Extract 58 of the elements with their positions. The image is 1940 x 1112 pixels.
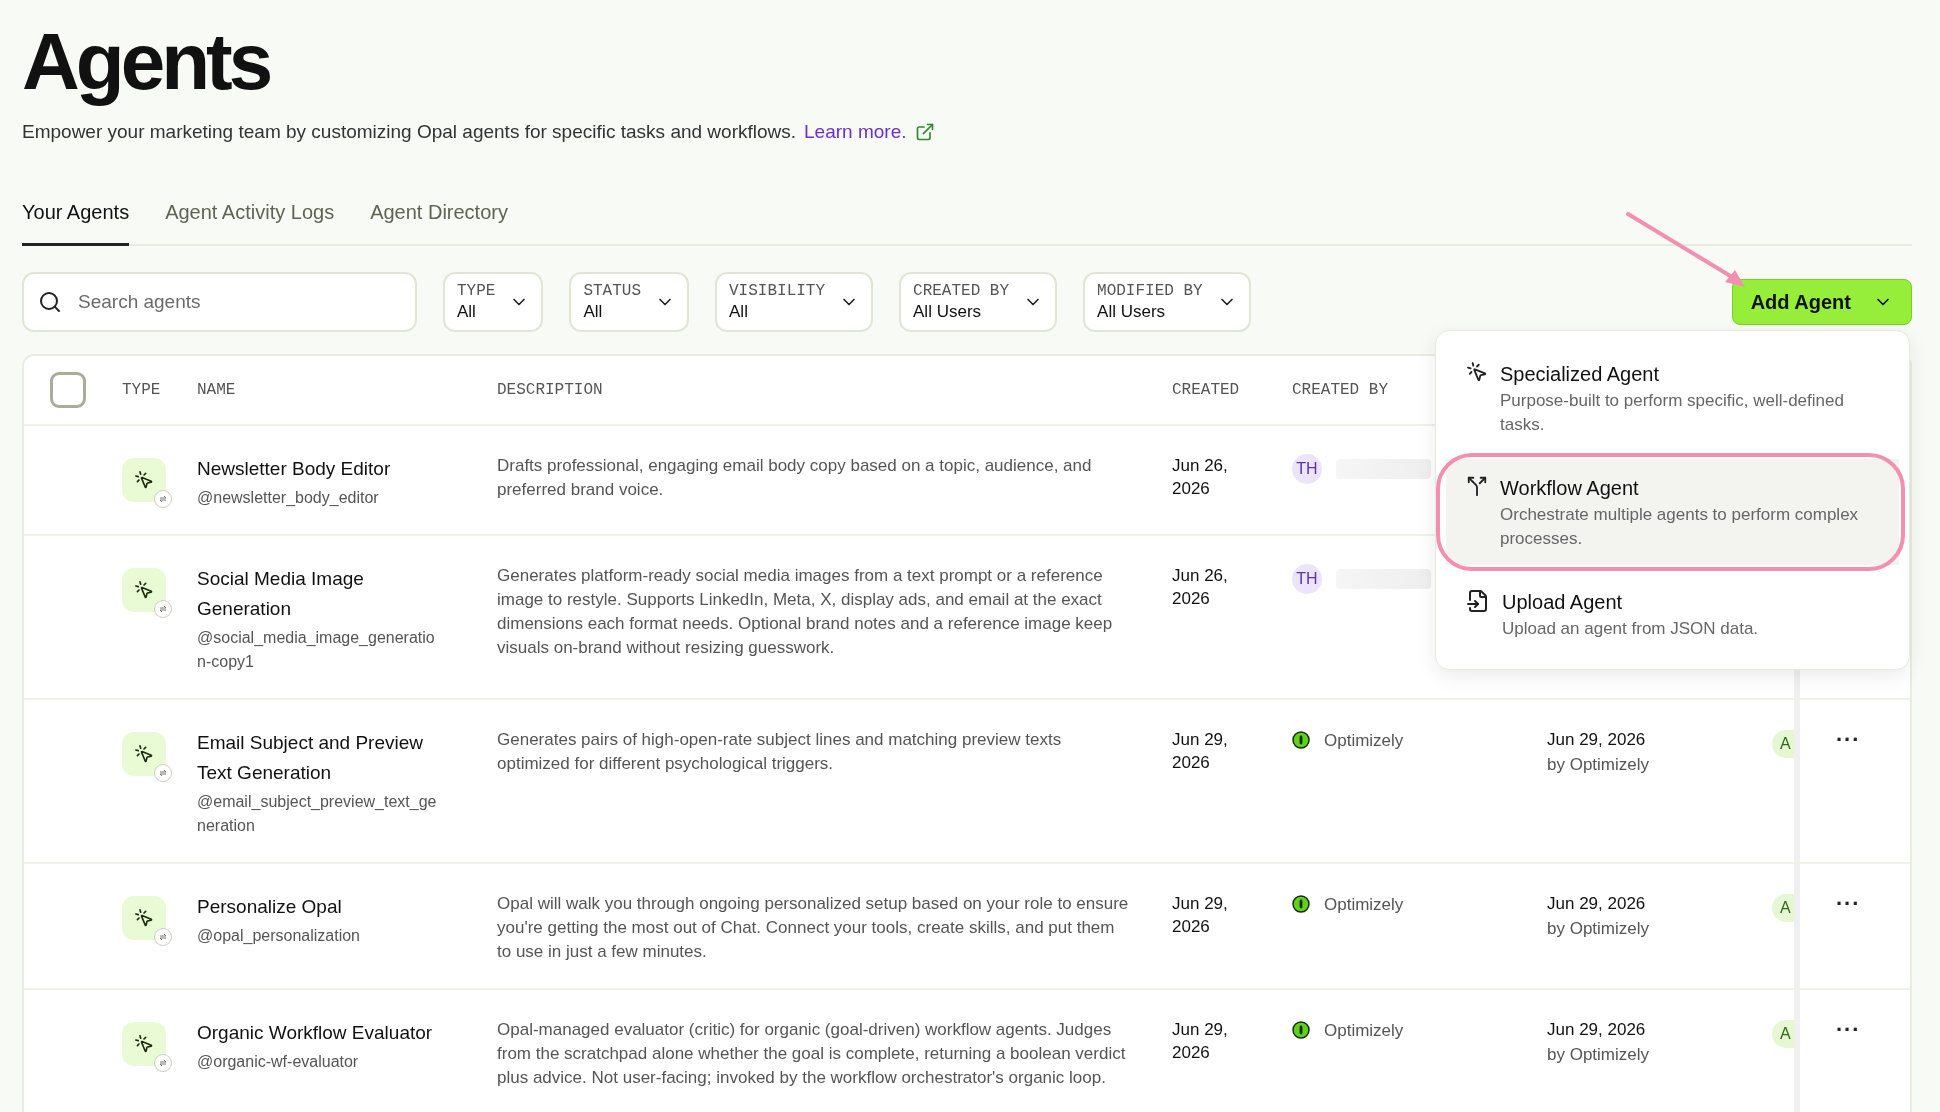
- agent-name[interactable]: Newsletter Body Editor: [197, 453, 457, 484]
- column-header: CREATED BY: [1292, 379, 1388, 401]
- agent-handle: @opal_personalization: [197, 925, 361, 946]
- agent-description: Generates platform-ready social media images from a text prompt or a reference image to restyle. Supports LinkedIn, Meta, X, display ads, and email at the exact dimensions each format needs. Optional brand notes and a reference image keep visuals on-brand without resizing guesswork.: [497, 564, 1114, 659]
- modified-date: Jun 29, 2026: [1547, 728, 1646, 751]
- page-title: Agents: [22, 16, 271, 108]
- status-badge: A: [1772, 729, 1794, 758]
- agent-handle: @social_media_image_generation-copy1: [197, 627, 436, 672]
- filter-dropdown[interactable]: VISIBILITY All: [715, 271, 874, 332]
- user-avatar: TH: [1292, 563, 1322, 594]
- add-agent-button[interactable]: Add Agent: [1731, 278, 1912, 325]
- agent-handle: @organic-wf-evaluator: [197, 1051, 360, 1072]
- created-date: Jun 26, 2026: [1172, 564, 1229, 610]
- agent-name[interactable]: Personalize Opal: [197, 891, 457, 922]
- created-date: Jun 29, 2026: [1172, 728, 1229, 774]
- learn-more-link[interactable]: Learn more.: [804, 118, 907, 147]
- creator-name: Optimizely: [1324, 729, 1404, 752]
- modified-date: Jun 29, 2026: [1547, 1018, 1646, 1041]
- user-avatar: TH: [1292, 453, 1322, 484]
- status-badge: A: [1772, 893, 1794, 922]
- column-header: TYPE: [122, 379, 161, 401]
- agent-handle: @newsletter_body_editor: [197, 487, 380, 508]
- more-actions-button[interactable]: ...: [1836, 1013, 1861, 1034]
- page-subtitle: Empower your marketing team by customizing Opal agents for specific tasks and workflows.: [22, 120, 797, 144]
- status-badge: A: [1772, 1019, 1794, 1048]
- column-header: CREATED: [1172, 379, 1240, 401]
- creator-name: Optimizely: [1324, 893, 1404, 916]
- filter-dropdown[interactable]: CREATED BY All Users: [899, 271, 1058, 332]
- search-field[interactable]: Search agents: [22, 271, 417, 332]
- menu-item[interactable]: Workflow Agent Orchestrate multiple agents to perform complex processes.: [1446, 459, 1899, 565]
- modified-by: by Optimizely: [1547, 917, 1650, 940]
- agent-description: Opal-managed evaluator (critic) for organic (goal-driven) workflow agents. Judges from the scratchpad alone whether the goal is complete, returning a boolean verdict plus advice. Not user-facing; invoked by the workflow orchestrator's organic loop.: [497, 1018, 1127, 1089]
- agent-description: Drafts professional, engaging email body copy based on a topic, audience, and preferred brand voice.: [497, 454, 1093, 501]
- agent-name[interactable]: Social Media Image Generation: [197, 563, 457, 624]
- more-actions-button[interactable]: ...: [1836, 723, 1861, 744]
- created-date: Jun 29, 2026: [1172, 1018, 1229, 1064]
- agent-name[interactable]: Organic Workflow Evaluator: [197, 1017, 457, 1048]
- created-date: Jun 26, 2026: [1172, 454, 1229, 500]
- menu-item[interactable]: Specialized Agent Purpose-built to perform specific, well-defined tasks.: [1446, 345, 1899, 451]
- creator-name: Optimizely: [1324, 1019, 1404, 1042]
- modified-by: by Optimizely: [1547, 753, 1650, 776]
- modified-date: Jun 29, 2026: [1547, 892, 1646, 915]
- filter-dropdown[interactable]: STATUS All: [569, 271, 689, 332]
- more-actions-button[interactable]: ...: [1836, 887, 1861, 908]
- tab[interactable]: Agent Activity Logs: [165, 196, 335, 246]
- agent-name[interactable]: Email Subject and Preview Text Generation: [197, 727, 457, 788]
- created-date: Jun 29, 2026: [1172, 892, 1229, 938]
- agent-description: Opal will walk you through ongoing personalized setup based on your role to ensure you're getting the most out of Chat. Connect your tools, create skills, and put them to use in just a few minutes.: [497, 892, 1130, 963]
- column-header: NAME: [197, 379, 236, 401]
- agent-description: Generates pairs of high-open-rate subject lines and matching preview texts optimized for different psychological triggers.: [497, 728, 1063, 775]
- tab[interactable]: Your Agents: [22, 196, 130, 246]
- filter-dropdown[interactable]: TYPE All: [443, 271, 544, 332]
- filter-dropdown[interactable]: MODIFIED BY All Users: [1083, 271, 1251, 332]
- column-header: DESCRIPTION: [497, 379, 603, 401]
- agent-handle: @email_subject_preview_text_generation: [197, 791, 437, 836]
- modified-by: by Optimizely: [1547, 1043, 1650, 1066]
- menu-item[interactable]: Upload Agent Upload an agent from JSON data.: [1446, 573, 1899, 655]
- tab[interactable]: Agent Directory: [370, 196, 508, 246]
